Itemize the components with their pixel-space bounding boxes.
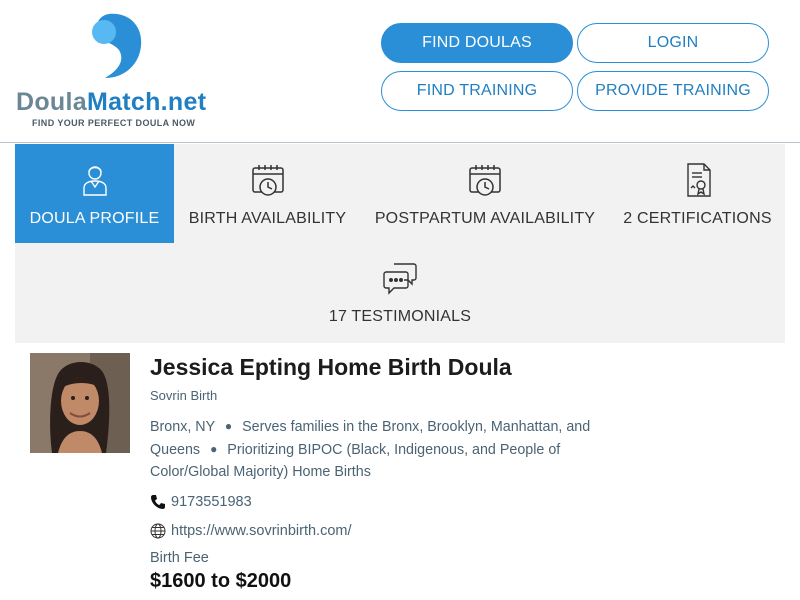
website-link[interactable]: https://www.sovrinbirth.com/ xyxy=(171,523,352,539)
phone-icon xyxy=(151,495,165,509)
tab-postpartum-availability[interactable]: POSTPARTUM AVAILABILITY xyxy=(370,144,600,243)
logo-wordmark[interactable]: DoulaMatch.net xyxy=(16,88,206,117)
find-training-button[interactable]: FIND TRAINING xyxy=(381,71,573,111)
chat-bubbles-icon xyxy=(383,263,417,295)
tab-certifications[interactable]: 2 CERTIFICATIONS xyxy=(615,144,780,243)
doula-name: Jessica Epting Home Birth Doula xyxy=(150,354,512,380)
bullet-separator: ● xyxy=(210,442,218,456)
location-details: Bronx, NY ● Serves families in the Bronx… xyxy=(150,415,620,483)
logo-wordmark-part2: Match.net xyxy=(86,88,207,116)
tab-birth-availability[interactable]: BIRTH AVAILABILITY xyxy=(185,144,350,243)
calendar-clock-icon xyxy=(251,165,284,196)
tab-doula-profile[interactable]: DOULA PROFILE xyxy=(15,144,174,243)
birth-fee-label: Birth Fee xyxy=(150,550,209,566)
globe-icon xyxy=(150,523,166,539)
logo-wordmark-part1: Doula xyxy=(16,88,87,116)
organization-link[interactable]: Sovrin Birth xyxy=(150,388,217,403)
tab-label: POSTPARTUM AVAILABILITY xyxy=(374,210,596,227)
birth-fee-value: $1600 to $2000 xyxy=(150,570,292,592)
doula-photo xyxy=(30,353,130,453)
logo-tagline: FIND YOUR PERFECT DOULA NOW xyxy=(32,118,196,128)
website-row[interactable]: https://www.sovrinbirth.com/ xyxy=(150,523,352,539)
tab-label: DOULA PROFILE xyxy=(29,210,160,227)
phone-row[interactable]: 9173551983 xyxy=(150,494,252,510)
login-button[interactable]: LOGIN xyxy=(577,23,769,63)
tab-testimonials[interactable]: 17 TESTIMONIALS xyxy=(305,260,495,340)
calendar-clock-icon xyxy=(469,165,501,196)
profile-tabs: DOULA PROFILE BIRTH AVAILABILITY POSTPAR… xyxy=(15,144,785,343)
find-doulas-button[interactable]: FIND DOULAS xyxy=(381,23,573,63)
site-header: DoulaMatch.net FIND YOUR PERFECT DOULA N… xyxy=(0,0,800,143)
bullet-separator: ● xyxy=(224,419,233,433)
phone-number[interactable]: 9173551983 xyxy=(171,494,252,510)
logo-icon[interactable] xyxy=(89,12,143,80)
tab-label: 17 TESTIMONIALS xyxy=(328,308,472,325)
person-icon xyxy=(82,166,107,196)
certificate-icon xyxy=(686,163,711,197)
location-city: Bronx, NY xyxy=(150,419,215,435)
provide-training-button[interactable]: PROVIDE TRAINING xyxy=(577,71,769,111)
tab-label: BIRTH AVAILABILITY xyxy=(188,210,347,227)
tab-label: 2 CERTIFICATIONS xyxy=(623,210,772,227)
